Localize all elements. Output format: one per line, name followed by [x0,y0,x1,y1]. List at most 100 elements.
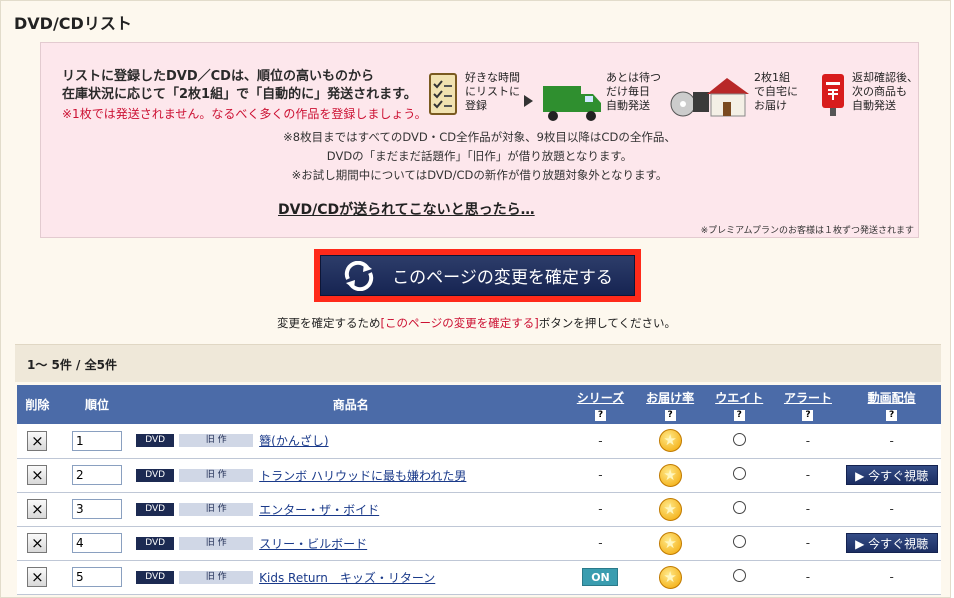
header-alert[interactable]: アラート? [774,385,843,424]
category-badge: 旧 作 [179,468,254,482]
house-icon [669,68,749,128]
series-cell: - [565,526,635,560]
format-badge: DVD [136,434,175,448]
weight-radio[interactable] [732,432,746,446]
rank-cell [58,526,136,560]
header-series[interactable]: シリーズ? [565,385,635,424]
rank-input[interactable] [71,430,122,451]
weight-radio[interactable] [732,501,746,514]
notice-note-3: ※お試し期間中についてはDVD/CDの新作が借り放題対象外となります。 [291,168,668,182]
video-cell: ▶ 今すぐ視聴 [842,526,941,560]
delete-x-icon[interactable]: × [27,533,48,553]
alert-cell: - [774,492,843,526]
help-icon[interactable]: ? [886,409,898,421]
alert-value: - [805,570,811,584]
table-row: × DVD 旧 作簪(かんざし) - ★ - - [17,424,941,458]
title-cell: DVD 旧 作簪(かんざし) [136,424,565,458]
alert-cell: - [774,458,843,492]
category-badge: 旧 作 [179,536,254,550]
video-value: - [889,570,894,584]
delete-cell: × [17,526,58,560]
postbox-icon [819,68,847,128]
star-icon: ★ [658,565,682,589]
format-badge: DVD [136,536,175,550]
header-video[interactable]: 動画配信? [842,385,941,424]
star-icon: ★ [658,531,682,555]
rank-cell [58,492,136,526]
series-cell: ON [565,560,635,594]
table-row: × DVD 旧 作トランボ ハリウッドに最も嫌われた男 - ★ - ▶ 今すぐ視聴 [17,458,941,492]
video-cell: ▶ 今すぐ視聴 [842,458,941,492]
header-rank: 順位 [84,398,109,412]
delivery-cell: ★ [635,458,704,492]
video-value: - [889,433,894,448]
arrow-right-icon [524,95,533,107]
header-delete: 削除 [25,398,50,412]
star-icon: ★ [658,429,682,453]
weight-cell [705,424,774,458]
title-cell: DVD 旧 作 Kids Return キッズ・リターン [136,560,565,594]
refresh-icon [344,260,374,291]
help-icon[interactable]: ? [664,409,676,421]
weight-cell [705,526,774,560]
alert-cell: - [774,560,843,594]
format-badge: DVD [136,502,175,516]
rank-input[interactable] [71,499,122,519]
delete-x-icon[interactable]: × [27,567,48,587]
table-header: 削除 順位 商品名 シリーズ? お届け率? ウエイト? アラート? 動画配信? [17,385,941,424]
title-link[interactable]: トランボ ハリウッドに最も嫌われた男 [259,469,466,483]
category-badge: 旧 作 [179,570,254,584]
title-link[interactable]: Kids Return キッズ・リターン [259,571,435,585]
notice-headline-2: 在庫状況に応じて「2枚1組」で「自動的に」発送されます。 [62,87,417,102]
video-cell: - [842,424,941,458]
weight-cell [705,492,774,526]
title-cell: DVD 旧 作スリー・ビルボード [136,526,565,560]
category-badge: 旧 作 [179,434,254,448]
title-link[interactable]: スリー・ビルボード [259,537,367,551]
series-cell: - [565,424,635,458]
weight-radio[interactable] [732,569,746,582]
rank-input[interactable] [71,567,122,587]
delivery-cell: ★ [635,560,704,594]
star-icon: ★ [658,497,682,521]
help-icon[interactable]: ? [802,409,814,421]
help-icon[interactable]: ? [733,409,745,421]
header-weight[interactable]: ウエイト? [705,385,774,424]
result-count: 1〜 5件 / 全5件 [27,358,117,372]
delete-x-icon[interactable]: × [27,499,48,519]
category-badge: 旧 作 [179,502,254,516]
weight-cell [705,560,774,594]
video-value: - [889,502,894,516]
watch-now-button[interactable]: ▶ 今すぐ視聴 [845,533,938,553]
notice-headline-1: リストに登録したDVD／CDは、順位の高いものから [62,69,374,84]
series-cell: - [565,458,635,492]
confirm-changes-button[interactable]: このページの変更を確定する [320,255,635,296]
alert-value: - [805,468,811,482]
notice-panel: リストに登録したDVD／CDは、順位の高いものから 在庫状況に応じて「2枚1組」… [40,42,919,238]
delivery-cell: ★ [635,424,704,458]
rank-cell [58,424,136,458]
flow-step-2: あとは待つ だけ毎日 自動発送 [606,71,661,112]
series-on-badge[interactable]: ON [582,568,619,586]
help-icon[interactable]: ? [594,409,606,421]
title-link[interactable]: 簪(かんざし) [259,434,328,448]
not-received-link[interactable]: DVD/CDが送られてこないと思ったら… [278,199,535,219]
delete-x-icon[interactable]: × [27,430,48,451]
delete-x-icon[interactable]: × [27,465,48,485]
delivery-cell: ★ [635,526,704,560]
delete-cell: × [17,560,58,594]
rental-table: 削除 順位 商品名 シリーズ? お届け率? ウエイト? アラート? 動画配信? … [17,385,941,595]
alert-value: - [805,502,811,516]
rank-cell [58,458,136,492]
title-link[interactable]: エンター・ザ・ボイド [259,503,379,517]
watch-now-button[interactable]: ▶ 今すぐ視聴 [845,465,938,485]
title-cell: DVD 旧 作トランボ ハリウッドに最も嫌われた男 [136,458,565,492]
checklist-icon [428,68,458,128]
notice-note-2: DVDの「まだまだ話題作」「旧作」が借り放題となります。 [326,149,633,163]
series-value: - [598,502,603,516]
rank-input[interactable] [71,533,122,553]
weight-radio[interactable] [732,535,746,548]
header-delivery[interactable]: お届け率? [635,385,704,424]
rank-input[interactable] [71,465,122,485]
weight-radio[interactable] [732,467,746,480]
